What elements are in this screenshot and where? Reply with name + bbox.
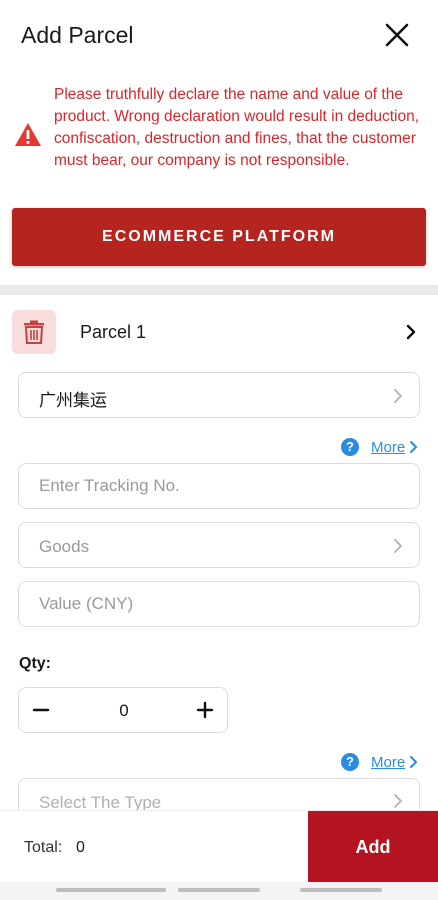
type-select[interactable]: Select The Type (18, 778, 420, 810)
goods-select[interactable]: Goods (18, 522, 420, 568)
header: Add Parcel (0, 0, 438, 70)
chevron-right-icon (394, 389, 402, 403)
warning-text: Please truthfully declare the name and v… (54, 86, 420, 169)
footer-bar: Total: 0 Add (0, 810, 438, 883)
nav-indicator (178, 888, 260, 892)
total-label: Total: (24, 839, 63, 856)
trash-icon (24, 320, 44, 344)
page-title: Add Parcel (21, 22, 134, 48)
add-button[interactable]: Add (308, 811, 438, 883)
warehouse-value: 广州集运 (39, 391, 107, 410)
more-link[interactable]: ? More (341, 753, 418, 771)
qty-label: Qty: (19, 655, 51, 672)
nav-indicator (300, 888, 382, 892)
tracking-input[interactable] (19, 464, 419, 508)
nav-indicator (56, 888, 166, 892)
chevron-right-icon (410, 756, 418, 768)
more-link[interactable]: ? More (341, 438, 418, 456)
chevron-right-icon (394, 794, 402, 808)
declaration-warning: Please truthfully declare the name and v… (14, 84, 424, 188)
delete-parcel-button[interactable] (12, 310, 56, 354)
chevron-right-icon (406, 324, 416, 340)
type-placeholder: Select The Type (39, 793, 162, 810)
more-label: More (371, 753, 406, 771)
chevron-right-icon (394, 539, 402, 553)
more-label: More (371, 438, 406, 456)
parcel-header[interactable]: Parcel 1 (0, 310, 438, 356)
help-icon: ? (341, 753, 359, 771)
close-button[interactable] (380, 18, 414, 52)
chevron-right-icon (410, 441, 418, 453)
value-field[interactable] (18, 581, 420, 627)
total-value: 0 (76, 839, 85, 856)
parcel-title: Parcel 1 (80, 322, 147, 342)
system-nav-bar (0, 882, 438, 900)
tracking-field[interactable] (18, 463, 420, 509)
section-divider (0, 285, 438, 295)
warning-icon (15, 123, 41, 146)
close-icon (385, 23, 409, 47)
help-icon: ? (341, 438, 359, 456)
warehouse-select[interactable]: 广州集运 (18, 372, 420, 418)
ecommerce-platform-button[interactable]: ECOMMERCE PLATFORM (12, 208, 426, 266)
value-input[interactable] (19, 582, 419, 626)
plus-icon[interactable] (193, 698, 217, 722)
goods-placeholder: Goods (39, 537, 90, 556)
quantity-stepper: 0 (18, 687, 228, 733)
